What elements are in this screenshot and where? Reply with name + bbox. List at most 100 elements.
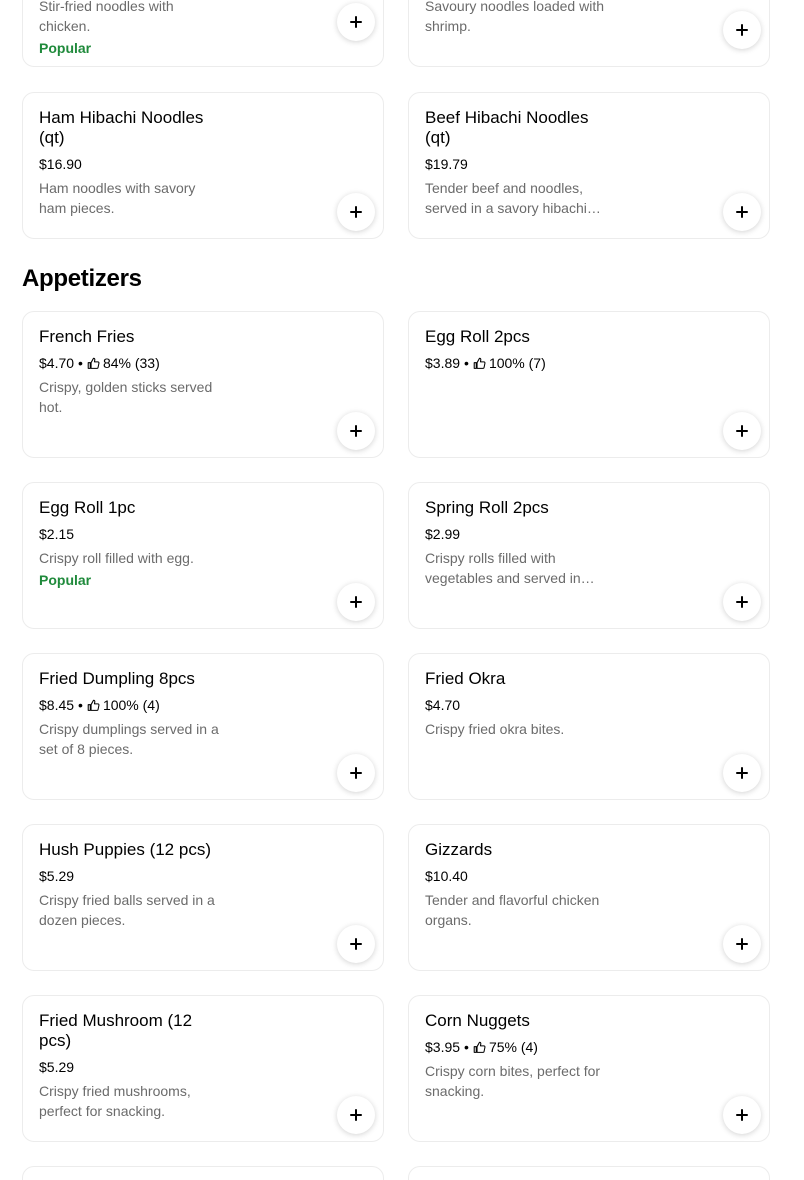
add-to-cart-button[interactable] — [723, 925, 761, 963]
thumbs-up-icon — [87, 699, 100, 711]
item-price-row: $4.70 — [425, 696, 460, 714]
item-name: Egg Roll 2pcs — [425, 327, 530, 346]
add-to-cart-button[interactable] — [337, 193, 375, 231]
menu-item-card[interactable]: Stir-fried noodles with chicken. Popular — [22, 0, 384, 67]
item-name: Fried Mushroom (12 pcs) — [39, 1011, 193, 1050]
item-name: Hush Puppies (12 pcs) — [39, 840, 211, 859]
plus-icon — [736, 767, 748, 779]
add-to-cart-button[interactable] — [723, 412, 761, 450]
menu-item-card[interactable]: Beef Hibachi Noodles (qt) $19.79 Tender … — [408, 92, 770, 239]
item-description: Crispy, golden sticks served hot. — [39, 379, 213, 415]
item-price-row: $3.95 • 75% (4) — [425, 1038, 538, 1056]
item-name: Gizzards — [425, 840, 493, 859]
item-price: $3.89 — [425, 355, 461, 371]
plus-icon — [350, 938, 362, 950]
item-price: $19.79 — [425, 156, 468, 172]
item-description: Crispy rolls filled with vegetables and … — [425, 550, 581, 586]
item-description: Tender and flavorful chicken organs. — [425, 892, 600, 928]
item-rating: 100% (7) — [488, 355, 546, 371]
item-name: French Fries — [39, 327, 135, 346]
thumbs-up-icon — [473, 1041, 486, 1053]
menu-item-card[interactable]: Fried Dumpling 8pcs $8.45 • 100% (4) Cri… — [22, 653, 384, 800]
menu-item-card[interactable]: Ham Hibachi Noodles (qt) $16.90 Ham nood… — [22, 92, 384, 239]
item-description: Stir-fried noodles with chicken. — [39, 0, 174, 34]
plus-icon — [736, 1109, 748, 1121]
item-price: $5.29 — [39, 868, 75, 884]
item-rating: 75% (4) — [488, 1039, 538, 1055]
item-description: Tender beef and noodles, served in a sav… — [425, 180, 587, 216]
item-name: Corn Nuggets — [425, 1011, 530, 1030]
add-to-cart-button[interactable] — [337, 1096, 375, 1134]
item-name: Spring Roll 2pcs — [425, 498, 549, 517]
plus-icon — [350, 425, 362, 437]
plus-icon — [350, 206, 362, 218]
add-to-cart-button[interactable] — [337, 3, 375, 41]
plus-icon — [350, 16, 362, 28]
add-to-cart-button[interactable] — [337, 412, 375, 450]
plus-icon — [736, 938, 748, 950]
item-rating: 84% (33) — [102, 355, 160, 371]
separator-dot: • — [464, 1039, 469, 1055]
item-price-row: $5.29 — [39, 1058, 74, 1076]
add-to-cart-button[interactable] — [723, 1096, 761, 1134]
menu-item-card[interactable] — [22, 1166, 384, 1180]
menu-item-card[interactable]: Egg Roll 2pcs $3.89 • 100% (7) — [408, 311, 770, 458]
item-description: Crispy roll filled with egg. — [39, 550, 194, 566]
separator-dot: • — [78, 355, 83, 371]
separator-dot: • — [464, 355, 469, 371]
popular-badge: Popular — [39, 40, 92, 56]
item-name: Fried Dumpling 8pcs — [39, 669, 195, 688]
menu-item-card[interactable]: Corn Nuggets $3.95 • 75% (4) Crispy corn… — [408, 995, 770, 1142]
menu-item-card[interactable]: Spring Roll 2pcs $2.99 Crispy rolls fill… — [408, 482, 770, 629]
plus-icon — [736, 206, 748, 218]
menu-item-card[interactable]: Fried Mushroom (12 pcs) $5.29 Crispy fri… — [22, 995, 384, 1142]
plus-icon — [736, 425, 748, 437]
item-price-row: $8.45 • 100% (4) — [39, 696, 160, 714]
plus-icon — [736, 24, 748, 36]
menu-item-card[interactable]: Hush Puppies (12 pcs) $5.29 Crispy fried… — [22, 824, 384, 971]
menu-item-card[interactable]: Egg Roll 1pc $2.15 Crispy roll filled wi… — [22, 482, 384, 629]
add-to-cart-button[interactable] — [337, 925, 375, 963]
thumbs-up-icon — [87, 357, 100, 369]
menu-item-card[interactable]: Fried Okra $4.70 Crispy fried okra bites… — [408, 653, 770, 800]
item-price-row: $3.89 • 100% (7) — [425, 354, 546, 372]
item-price: $16.90 — [39, 156, 82, 172]
add-to-cart-button[interactable] — [723, 193, 761, 231]
add-to-cart-button[interactable] — [723, 754, 761, 792]
item-price: $2.15 — [39, 526, 75, 542]
menu-item-card[interactable]: French Fries $4.70 • 84% (33) Crispy, go… — [22, 311, 384, 458]
item-price: $5.29 — [39, 1059, 75, 1075]
item-description: Crispy fried okra bites. — [425, 721, 565, 737]
item-description: Crispy fried mushrooms, perfect for snac… — [39, 1083, 191, 1119]
plus-icon — [350, 1109, 362, 1121]
add-to-cart-button[interactable] — [723, 583, 761, 621]
item-description: Crispy fried balls served in a dozen pie… — [39, 892, 215, 928]
item-name: Beef Hibachi Noodles (qt) — [425, 108, 589, 147]
item-price-row: $10.40 — [425, 867, 468, 885]
item-price: $10.40 — [425, 868, 468, 884]
thumbs-up-icon — [473, 357, 486, 369]
item-price-row: $19.79 — [425, 155, 468, 173]
add-to-cart-button[interactable] — [337, 754, 375, 792]
add-to-cart-button[interactable] — [337, 583, 375, 621]
plus-icon — [736, 596, 748, 608]
item-name: Fried Okra — [425, 669, 506, 688]
section-title-appetizers: Appetizers — [22, 265, 142, 292]
separator-dot: • — [78, 697, 83, 713]
item-price: $4.70 — [39, 355, 75, 371]
plus-icon — [350, 596, 362, 608]
menu-item-card[interactable]: Savoury noodles loaded with shrimp. — [408, 0, 770, 67]
item-price-row: $16.90 — [39, 155, 82, 173]
item-price-row: $2.99 — [425, 525, 460, 543]
item-name: Ham Hibachi Noodles (qt) — [39, 108, 204, 147]
plus-icon — [350, 767, 362, 779]
item-description: Crispy corn bites, perfect for snacking. — [425, 1063, 601, 1099]
item-price-row: $5.29 — [39, 867, 74, 885]
menu-item-card[interactable] — [408, 1166, 770, 1180]
item-description: Savoury noodles loaded with shrimp. — [425, 0, 605, 34]
item-price-row: $4.70 • 84% (33) — [39, 354, 160, 372]
item-price-row: $2.15 — [39, 525, 74, 543]
item-name: Egg Roll 1pc — [39, 498, 136, 517]
menu-item-card[interactable]: Gizzards $10.40 Tender and flavorful chi… — [408, 824, 770, 971]
add-to-cart-button[interactable] — [723, 11, 761, 49]
